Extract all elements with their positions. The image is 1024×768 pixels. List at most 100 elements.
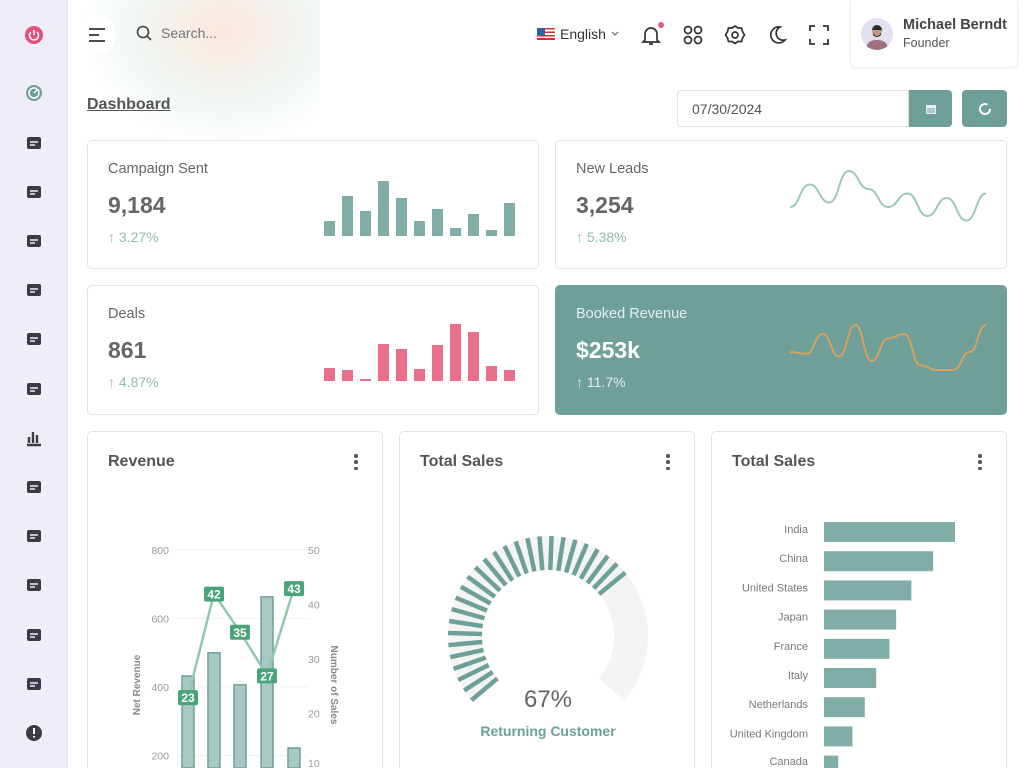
y-tick-label: 200 [151,751,169,763]
spark-bar [324,368,335,381]
stat-value: $253k [576,337,640,363]
revenue-bar [287,747,301,768]
mail-icon[interactable] [24,231,44,251]
spark-bar [378,181,389,236]
language-selector[interactable]: English [537,26,619,42]
bar-chart-icon[interactable] [24,428,44,448]
y-tick-label: 400 [151,682,169,694]
spark-bar [342,196,353,236]
clipboard-icon[interactable] [24,477,44,497]
apps-grid-icon [683,25,703,45]
moon-icon [769,26,788,44]
spark-bar [486,366,497,381]
stat-label: New Leads [576,161,649,177]
stat-card: New Leads 3,254 ↑ 5.38% [555,140,1007,269]
heart-handshake-icon[interactable] [24,379,44,399]
stat-card: Campaign Sent 9,184 ↑ 3.27% [87,140,539,269]
refresh-button[interactable] [962,90,1007,127]
spark-bar [468,214,479,236]
country-bar [824,638,890,659]
us-flag-icon [537,28,555,40]
stat-label: Deals [108,306,146,322]
radial-chart: 67% Returning Customer [447,535,648,739]
alert-icon[interactable] [24,723,44,743]
radial-label: Returning Customer [480,723,616,739]
power-icon[interactable] [24,25,44,45]
country-bar [824,609,897,630]
country-label: India [784,524,809,536]
spark-line [789,169,987,222]
apps-button[interactable] [682,24,704,46]
y-axis-label: Net Revenue [132,654,143,715]
search-input[interactable] [161,25,311,41]
y2-tick-label: 20 [308,709,320,721]
language-label: English [560,26,606,42]
country-bar [824,551,934,572]
stat-value: 3,254 [576,192,634,218]
spark-bar [360,211,371,236]
stat-label: Booked Revenue [576,306,688,322]
spark-bar [468,332,479,381]
spark-bar [360,379,371,381]
stat-label: Campaign Sent [108,161,208,177]
briefcase-icon[interactable] [24,280,44,300]
revenue-chart: 200 400 600 800 10 20 30 40 50 Net Revenue Number … [132,545,339,768]
settings-button[interactable] [724,24,746,46]
layers-icon[interactable] [24,329,44,349]
country-bar [824,668,877,688]
spark-line [789,323,987,371]
spark-bar [396,198,407,236]
country-bar [824,522,955,542]
search-bar [136,25,311,41]
country-label: Canada [769,756,808,768]
radial-segment [548,535,554,571]
change-percent: 4.87% [118,374,159,390]
stat-change: ↑ 3.27% [108,229,159,245]
sparkline [789,323,987,371]
country-label: Japan [778,612,808,624]
form-icon[interactable] [24,625,44,645]
spark-bar [396,349,407,381]
chat-icon[interactable] [24,182,44,202]
country-label: Netherlands [749,699,809,711]
spark-bar [450,324,461,381]
table-icon[interactable] [24,526,44,546]
page-title[interactable]: Dashboard [87,96,171,114]
chevron-down-icon [611,31,619,36]
country-bar [824,726,853,747]
spark-bar [504,203,515,236]
y-tick-label: 600 [151,614,169,626]
spark-bar [414,221,425,236]
shield-user-icon[interactable] [24,674,44,694]
radial-segment [448,639,483,648]
map-icon[interactable] [24,575,44,595]
calendar-button[interactable] [909,90,952,127]
dashboard-gauge-icon[interactable] [24,83,44,103]
country-bar [824,697,865,718]
calendar-icon [925,104,936,114]
y2-tick-label: 30 [308,654,320,666]
stat-change: ↑ 11.7% [576,374,626,390]
calendar-icon[interactable] [24,133,44,153]
data-label: 43 [287,582,301,596]
stat-value: 861 [108,337,147,363]
fullscreen-button[interactable] [808,24,830,46]
radial-segment [537,536,545,571]
spark-bar [324,221,335,236]
sidebar [0,0,68,768]
spark-bar [378,344,389,381]
country-sales-chart: India China United States Japan France Italy N… [730,522,955,768]
fullscreen-icon [809,25,829,45]
country-label: Italy [788,670,809,682]
menu-toggle-button[interactable] [78,16,116,54]
dark-mode-button[interactable] [766,24,788,46]
y2-tick-label: 10 [308,758,320,768]
date-input[interactable]: 07/30/2024 [677,90,909,127]
user-profile[interactable]: Michael Berndt Founder [850,0,1018,68]
total-sales-radial-card: Total Sales 67% Returning Customer [399,431,695,768]
sparkline [789,169,987,222]
radial-segment [447,630,483,637]
stat-change: ↑ 4.87% [108,374,159,390]
notifications-button[interactable] [640,22,664,46]
spark-bar [432,209,443,236]
